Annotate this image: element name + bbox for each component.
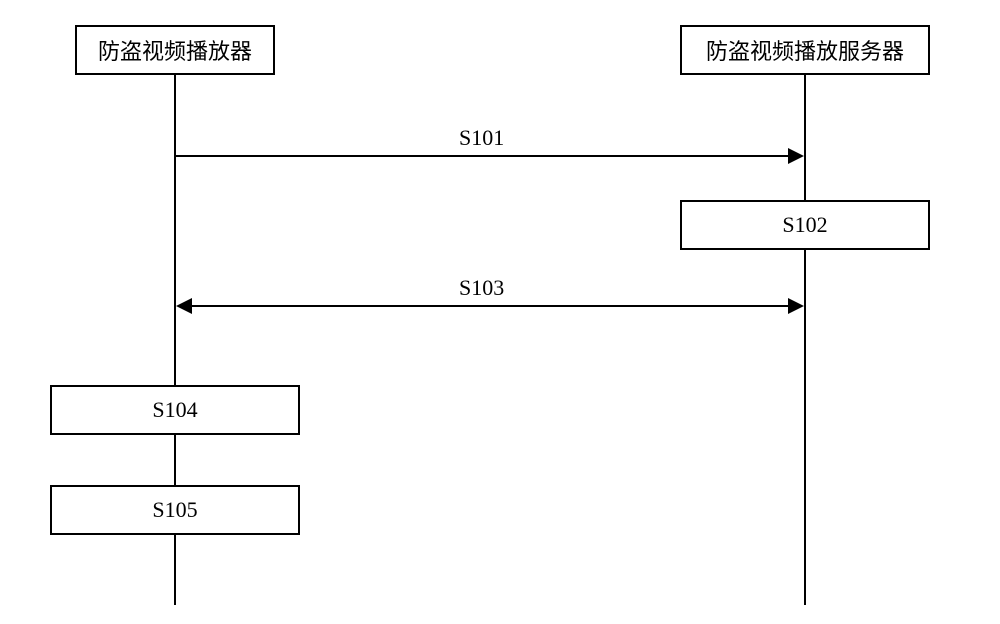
- participant-left-label: 防盗视频播放器: [98, 34, 252, 66]
- step-s104-box: S104: [50, 385, 300, 435]
- arrow-s101: [176, 155, 788, 157]
- participant-right-label: 防盗视频播放服务器: [706, 34, 904, 66]
- step-s102-label: S102: [782, 212, 827, 238]
- participant-left-box: 防盗视频播放器: [75, 25, 275, 75]
- lifeline-right: [804, 75, 806, 605]
- arrow-s101-head: [788, 148, 804, 164]
- arrow-s103-head-right: [788, 298, 804, 314]
- step-s102-box: S102: [680, 200, 930, 250]
- arrow-s103-head-left: [176, 298, 192, 314]
- participant-right-box: 防盗视频播放服务器: [680, 25, 930, 75]
- arrow-s103-label: S103: [455, 275, 508, 301]
- step-s105-label: S105: [152, 497, 197, 523]
- step-s104-label: S104: [152, 397, 197, 423]
- arrow-s101-label: S101: [455, 125, 508, 151]
- step-s105-box: S105: [50, 485, 300, 535]
- arrow-s103: [192, 305, 788, 307]
